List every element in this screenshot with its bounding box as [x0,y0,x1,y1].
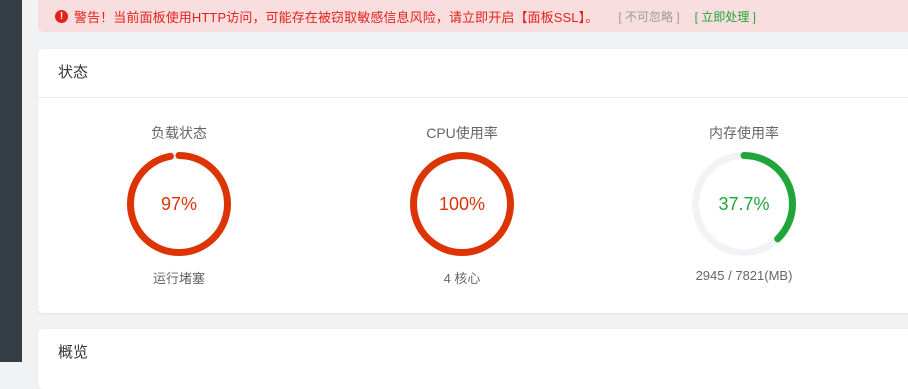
gauge-subtitle: 2945 / 7821(MB) [695,268,793,283]
gauge-title: 内存使用率 [709,125,779,141]
gauge-value: 100% [438,194,486,214]
status-card-title: 状态 [38,49,908,98]
gauge-value: 37.7% [718,194,770,214]
gauge-title: 负载状态 [151,125,207,141]
gauge-title: CPU使用率 [426,125,498,141]
memory-usage-gauge: 内存使用率 37.7% 2945 / 7821(MB) [644,124,844,283]
gauge-ring[interactable]: 100% [408,150,516,258]
cpu-usage-gauge: CPU使用率 100% 4 核心 [362,124,562,287]
ssl-warning-alert: ! 警告！当前面板使用HTTP访问，可能存在被窃取敏感信息风险，请立即开启【面板… [38,0,908,32]
fix-now-link[interactable]: [ 立即处理 ] [695,8,756,25]
gauge-subtitle: 4 核心 [443,271,481,286]
left-nav-sidebar [0,0,22,362]
overview-card-title: 概览 [58,344,89,361]
gauge-value: 97% [160,194,198,214]
status-card: 状态 负载状态 97% 运行堵塞 CPU使用率 100% 4 核心 内存使用率 [38,49,908,313]
gauge-ring[interactable]: 37.7% [690,150,798,258]
gauge-ring[interactable]: 97% [125,150,233,258]
ignore-link[interactable]: [ 不可忽略 ] [618,8,679,25]
exclamation-circle-icon: ! [55,9,68,23]
gauge-subtitle: 运行堵塞 [152,271,205,286]
load-status-gauge: 负载状态 97% 运行堵塞 [79,124,279,287]
alert-message: 警告！当前面板使用HTTP访问，可能存在被窃取敏感信息风险，请立即开启【面板SS… [74,9,599,25]
overview-card: 概览 [38,329,908,389]
